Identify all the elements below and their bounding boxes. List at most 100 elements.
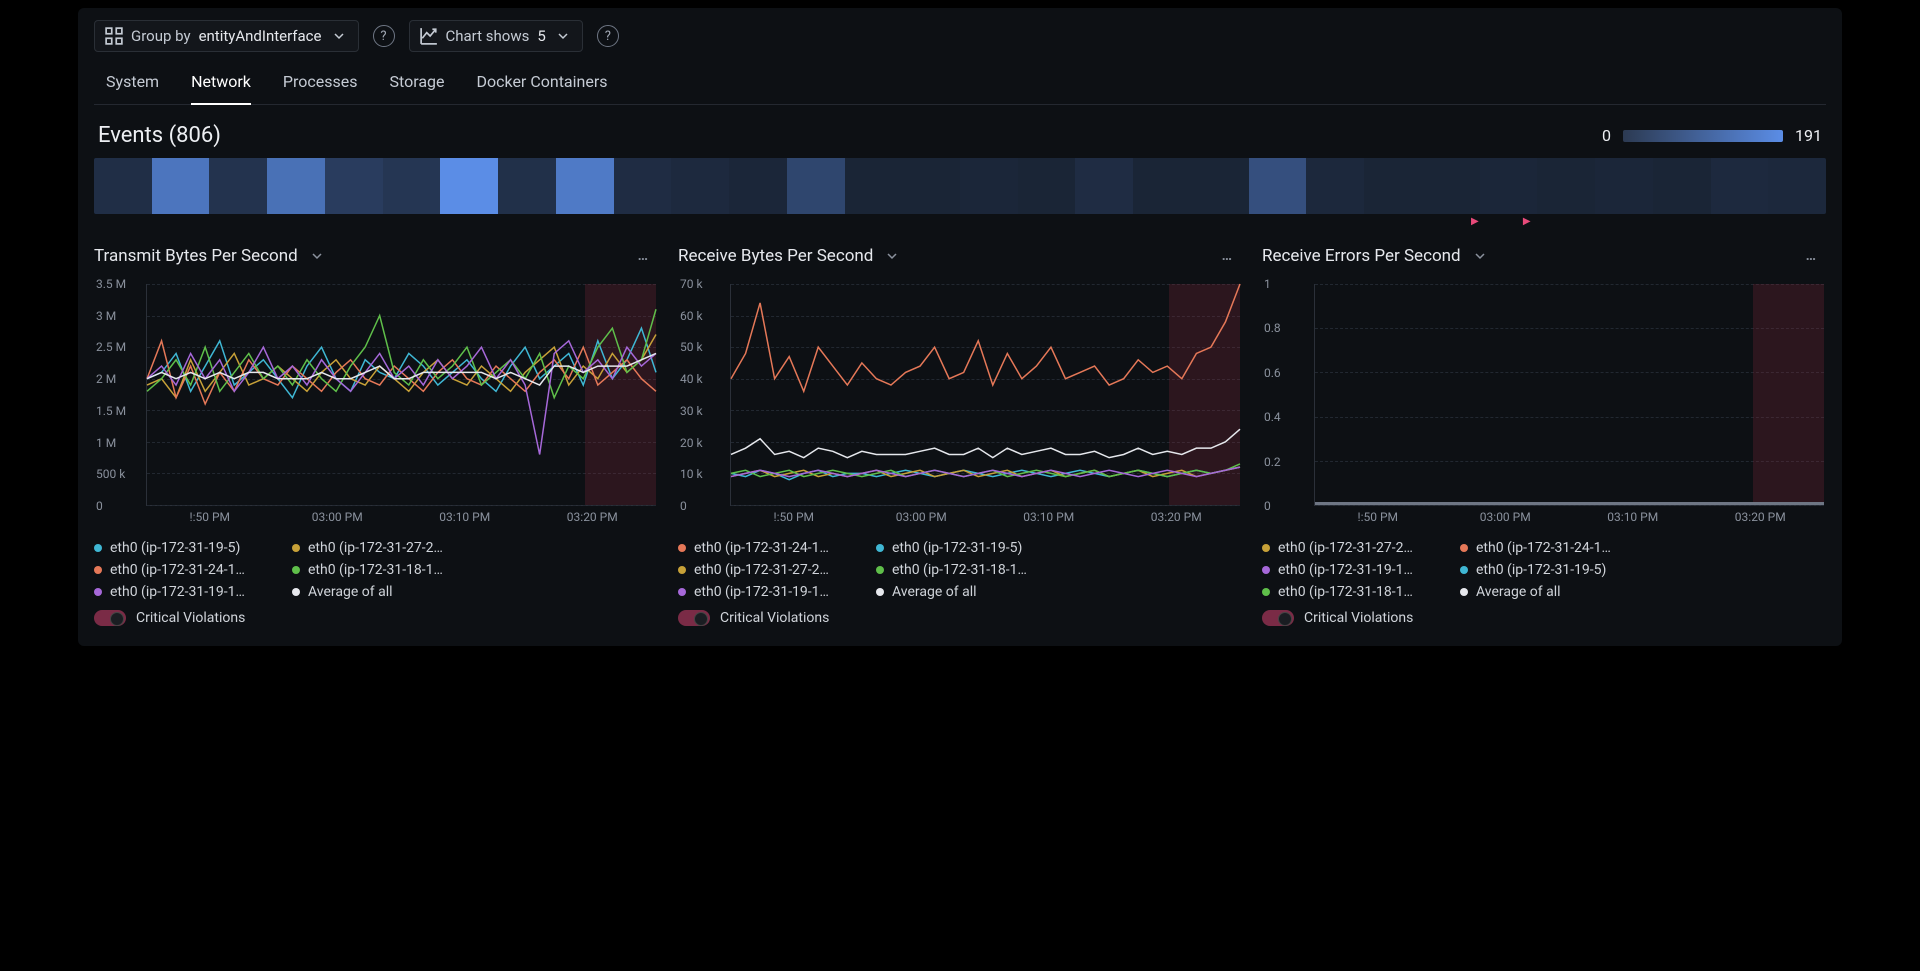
- heatmap-cell[interactable]: [1711, 158, 1769, 214]
- toggle-switch[interactable]: [94, 610, 126, 626]
- chart-toolbar: Group by entityAndInterface ? Chart show…: [94, 20, 1826, 52]
- help-icon[interactable]: ?: [597, 25, 619, 47]
- legend-label: Average of all: [308, 584, 393, 600]
- legend-item[interactable]: eth0 (ip-172-31-19-5): [1460, 562, 1640, 578]
- events-heatmap[interactable]: ▶ ▶: [94, 158, 1826, 214]
- legend-item[interactable]: Average of all: [1460, 584, 1640, 600]
- heatmap-cell[interactable]: [267, 158, 325, 214]
- chart-plot[interactable]: 3.5 M3 M2.5 M2 M1.5 M1 M500 k0!:50 PM03:…: [94, 276, 658, 526]
- legend-item[interactable]: eth0 (ip-172-31-27-2…: [1262, 540, 1442, 556]
- legend-color-dot: [94, 544, 102, 552]
- heatmap-cell[interactable]: [1364, 158, 1422, 214]
- heatmap-cell[interactable]: [1133, 158, 1191, 214]
- chart-menu-icon[interactable]: …: [1214, 244, 1242, 268]
- legend-item[interactable]: eth0 (ip-172-31-19-1…: [94, 584, 274, 600]
- critical-violations-toggle[interactable]: Critical Violations: [678, 610, 1242, 626]
- legend-item[interactable]: eth0 (ip-172-31-18-1…: [876, 562, 1056, 578]
- heatmap-cell[interactable]: [1768, 158, 1826, 214]
- legend-item[interactable]: eth0 (ip-172-31-19-5): [94, 540, 274, 556]
- heatmap-cell[interactable]: [556, 158, 614, 214]
- legend-item[interactable]: eth0 (ip-172-31-18-1…: [292, 562, 472, 578]
- legend-item[interactable]: eth0 (ip-172-31-27-2…: [678, 562, 858, 578]
- tab-storage[interactable]: Storage: [390, 64, 445, 104]
- heatmap-cell[interactable]: [960, 158, 1018, 214]
- legend-item[interactable]: eth0 (ip-172-31-19-1…: [678, 584, 858, 600]
- legend-item[interactable]: eth0 (ip-172-31-24-1…: [94, 562, 274, 578]
- legend-item[interactable]: eth0 (ip-172-31-24-1…: [1460, 540, 1640, 556]
- charts-grid: Transmit Bytes Per Second … 3.5 M3 M2.5 M…: [94, 244, 1826, 626]
- heatmap-cell[interactable]: [1249, 158, 1307, 214]
- heatmap-cell[interactable]: [1422, 158, 1480, 214]
- y-tick-label: 0: [96, 499, 103, 513]
- heatmap-cell[interactable]: [671, 158, 729, 214]
- group-by-label: Group by: [131, 27, 191, 45]
- heatmap-cell[interactable]: [498, 158, 556, 214]
- heatmap-cell[interactable]: [1653, 158, 1711, 214]
- marker-icon: ▶: [1471, 216, 1479, 227]
- legend-item[interactable]: eth0 (ip-172-31-19-1…: [1262, 562, 1442, 578]
- legend-color-dot: [1262, 588, 1270, 596]
- heatmap-cell[interactable]: [1018, 158, 1076, 214]
- heatmap-cell[interactable]: [1191, 158, 1249, 214]
- legend-item[interactable]: eth0 (ip-172-31-18-1…: [1262, 584, 1442, 600]
- y-tick-label: 40 k: [680, 372, 703, 386]
- legend-item[interactable]: eth0 (ip-172-31-19-5): [876, 540, 1056, 556]
- events-scale: 0 191: [1602, 126, 1822, 145]
- heatmap-cell[interactable]: [325, 158, 383, 214]
- heatmap-cell[interactable]: [440, 158, 498, 214]
- chevron-down-icon[interactable]: [1471, 247, 1489, 265]
- chart-shows-selector[interactable]: Chart shows 5: [409, 20, 583, 52]
- critical-violations-toggle[interactable]: Critical Violations: [1262, 610, 1826, 626]
- critical-violations-label: Critical Violations: [1304, 610, 1413, 626]
- chart-menu-icon[interactable]: …: [630, 244, 658, 268]
- heatmap-cell[interactable]: [729, 158, 787, 214]
- legend-item[interactable]: eth0 (ip-172-31-24-1…: [678, 540, 858, 556]
- legend-label: eth0 (ip-172-31-24-1…: [694, 540, 829, 556]
- help-icon[interactable]: ?: [373, 25, 395, 47]
- heatmap-cell[interactable]: [94, 158, 152, 214]
- tab-docker-containers[interactable]: Docker Containers: [476, 64, 607, 104]
- heatmap-cell[interactable]: [383, 158, 441, 214]
- tab-network[interactable]: Network: [191, 64, 251, 105]
- legend-item[interactable]: Average of all: [876, 584, 1056, 600]
- legend-label: eth0 (ip-172-31-18-1…: [308, 562, 443, 578]
- critical-violations-label: Critical Violations: [136, 610, 245, 626]
- heatmap-cell[interactable]: [152, 158, 210, 214]
- heatmap-cell[interactable]: [209, 158, 267, 214]
- heatmap-cell[interactable]: [787, 158, 845, 214]
- legend-item[interactable]: Average of all: [292, 584, 472, 600]
- chart-panel: Receive Errors Per Second … 10.80.60.40.2…: [1262, 244, 1826, 626]
- legend-label: Average of all: [892, 584, 977, 600]
- x-tick-label: 03:10 PM: [401, 510, 529, 530]
- group-by-selector[interactable]: Group by entityAndInterface: [94, 20, 359, 52]
- heatmap-cell[interactable]: [1075, 158, 1133, 214]
- x-tick-label: !:50 PM: [1314, 510, 1442, 530]
- heatmap-cell[interactable]: [845, 158, 903, 214]
- tab-processes[interactable]: Processes: [283, 64, 358, 104]
- tab-system[interactable]: System: [106, 64, 159, 104]
- chart-menu-icon[interactable]: …: [1798, 244, 1826, 268]
- events-scale-bar: [1623, 130, 1783, 142]
- heatmap-cell[interactable]: [902, 158, 960, 214]
- heatmap-cell[interactable]: [1537, 158, 1595, 214]
- toggle-switch[interactable]: [1262, 610, 1294, 626]
- chart-plot[interactable]: 70 k60 k50 k40 k30 k20 k10 k0!:50 PM03:0…: [678, 276, 1242, 526]
- critical-violations-toggle[interactable]: Critical Violations: [94, 610, 658, 626]
- chevron-down-icon: [554, 27, 572, 45]
- metric-tabs: System Network Processes Storage Docker Cont…: [94, 64, 1826, 105]
- chart-plot[interactable]: 10.80.60.40.20!:50 PM03:00 PM03:10 PM03:…: [1262, 276, 1826, 526]
- legend-label: eth0 (ip-172-31-19-5): [1476, 562, 1606, 578]
- chevron-down-icon: [330, 27, 348, 45]
- y-tick-label: 0.6: [1264, 366, 1281, 380]
- toggle-switch[interactable]: [678, 610, 710, 626]
- chevron-down-icon[interactable]: [308, 247, 326, 265]
- legend-item[interactable]: eth0 (ip-172-31-27-2…: [292, 540, 472, 556]
- chart-title: Transmit Bytes Per Second: [94, 246, 298, 266]
- heatmap-cell[interactable]: [614, 158, 672, 214]
- chevron-down-icon[interactable]: [883, 247, 901, 265]
- x-tick-label: 03:10 PM: [1569, 510, 1697, 530]
- chart-title: Receive Errors Per Second: [1262, 246, 1461, 266]
- heatmap-cell[interactable]: [1306, 158, 1364, 214]
- heatmap-cell[interactable]: [1480, 158, 1538, 214]
- heatmap-cell[interactable]: [1595, 158, 1653, 214]
